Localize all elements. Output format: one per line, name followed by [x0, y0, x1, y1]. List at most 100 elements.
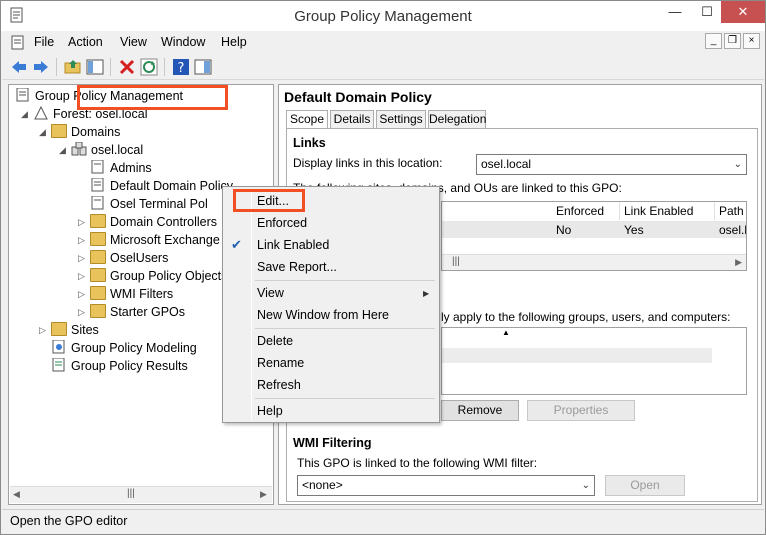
- close-button[interactable]: ✕: [721, 1, 765, 23]
- links-grid: Enforced Link Enabled Path No Yes osel.l…: [441, 201, 747, 271]
- menu-item-new-window[interactable]: New Window from Here: [257, 308, 389, 322]
- collapse-arrow-icon[interactable]: ◢: [59, 141, 69, 159]
- open-button[interactable]: Open: [605, 475, 685, 496]
- table-row[interactable]: [442, 221, 746, 238]
- minimize-button[interactable]: —: [659, 1, 691, 23]
- tree-label: Admins: [110, 161, 152, 175]
- menu-item-delete[interactable]: Delete: [257, 334, 293, 348]
- tree-item-oselusers[interactable]: ▷ OselUsers: [78, 249, 168, 267]
- tab-delegation[interactable]: Delegation: [428, 110, 486, 129]
- tab-details[interactable]: Details: [330, 110, 374, 129]
- submenu-arrow-icon: ▶: [423, 289, 430, 298]
- back-arrow-icon[interactable]: [10, 58, 28, 76]
- domain-icon: [71, 142, 87, 156]
- col-link-enabled[interactable]: Link Enabled: [620, 202, 715, 220]
- mdi-close-button[interactable]: ×: [743, 33, 760, 49]
- menu-window[interactable]: Window: [161, 35, 205, 49]
- wmi-filter-combo[interactable]: <none> ⌄: [297, 475, 595, 496]
- expand-arrow-icon[interactable]: ▷: [78, 267, 88, 285]
- tree-item-domain[interactable]: ◢ osel.local: [59, 141, 143, 159]
- tree-item-group-policy-objects[interactable]: ▷ Group Policy Objects: [78, 267, 228, 285]
- mdi-window-icon[interactable]: [10, 35, 26, 50]
- tree-item-wmi-filters[interactable]: ▷ WMI Filters: [78, 285, 173, 303]
- sort-arrow-icon: ▲: [502, 328, 510, 337]
- maximize-button[interactable]: ☐: [691, 1, 723, 23]
- scroll-right-arrow-icon[interactable]: ▶: [260, 489, 267, 500]
- scroll-left-arrow-icon[interactable]: ◀: [13, 489, 20, 500]
- location-combo[interactable]: osel.local ⌄: [476, 154, 747, 175]
- checkmark-icon: ✔: [231, 237, 242, 252]
- menu-file[interactable]: File: [34, 35, 54, 49]
- collapse-arrow-icon[interactable]: ◢: [39, 123, 49, 141]
- tree-label: Sites: [71, 323, 99, 337]
- show-hide-tree-icon[interactable]: [86, 58, 104, 76]
- selected-item-highlight: [77, 85, 228, 110]
- col-path[interactable]: Path: [715, 202, 746, 220]
- menu-action[interactable]: Action: [68, 35, 103, 49]
- tree-item-microsoft-exchange[interactable]: ▷ Microsoft Exchange S: [78, 231, 232, 249]
- refresh-icon[interactable]: [140, 58, 158, 76]
- tree-label: Default Domain Policy: [110, 179, 233, 193]
- remove-button[interactable]: Remove: [441, 400, 519, 421]
- mdi-restore-button[interactable]: ❐: [724, 33, 741, 49]
- delete-icon[interactable]: [118, 58, 136, 76]
- help-icon[interactable]: ?: [172, 58, 190, 76]
- list-item[interactable]: [442, 348, 712, 363]
- wmi-filter-value: <none>: [302, 478, 343, 492]
- expand-arrow-icon[interactable]: ▷: [78, 249, 88, 267]
- tree-label: Group Policy Objects: [110, 269, 228, 283]
- folder-icon: [90, 268, 106, 282]
- tree-item-gp-modeling[interactable]: Group Policy Modeling: [51, 339, 197, 357]
- folder-icon: [90, 304, 106, 318]
- tree-item-starter-gpos[interactable]: ▷ Starter GPOs: [78, 303, 185, 321]
- security-filter-text: ly apply to the following groups, users,…: [441, 310, 731, 324]
- results-icon: [52, 358, 65, 372]
- scroll-right-arrow-icon[interactable]: ▶: [735, 257, 742, 268]
- menu-help[interactable]: Help: [221, 35, 247, 49]
- tree-label: Domain Controllers: [110, 215, 217, 229]
- up-folder-icon[interactable]: [64, 58, 82, 76]
- gpo-link-icon: [91, 196, 104, 210]
- menu-item-rename[interactable]: Rename: [257, 356, 304, 370]
- tree-item-domains[interactable]: ◢ Domains: [39, 123, 120, 141]
- tab-settings[interactable]: Settings: [376, 110, 426, 129]
- toolbar-separator: [56, 58, 57, 76]
- title-bar: Group Policy Management — ☐ ✕: [1, 1, 765, 31]
- expand-arrow-icon[interactable]: ▷: [78, 303, 88, 321]
- wmi-text: This GPO is linked to the following WMI …: [297, 456, 538, 470]
- context-menu: Edit... Enforced ✔ Link Enabled Save Rep…: [222, 186, 440, 423]
- scroll-thumb-icon[interactable]: |||: [452, 256, 460, 267]
- tree-item-osel-terminal-pol[interactable]: Osel Terminal Pol: [90, 195, 208, 213]
- menu-separator: [255, 280, 435, 281]
- menu-item-refresh[interactable]: Refresh: [257, 378, 301, 392]
- properties-pane-icon[interactable]: [194, 58, 212, 76]
- expand-arrow-icon[interactable]: ▷: [78, 285, 88, 303]
- scroll-thumb-icon[interactable]: |||: [127, 488, 135, 499]
- tree-item-sites[interactable]: ▷ Sites: [39, 321, 99, 339]
- expand-arrow-icon[interactable]: ▷: [78, 213, 88, 231]
- tree-item-admins[interactable]: Admins: [90, 159, 152, 177]
- col-enforced[interactable]: Enforced: [552, 202, 620, 220]
- properties-button[interactable]: Properties: [527, 400, 635, 421]
- folder-icon: [90, 214, 106, 228]
- menu-item-view[interactable]: View: [257, 286, 284, 300]
- tab-scope[interactable]: Scope: [286, 110, 328, 130]
- tree-horizontal-scrollbar[interactable]: ◀ ||| ▶: [10, 486, 272, 503]
- menu-item-enforced[interactable]: Enforced: [257, 216, 307, 230]
- tree-item-domain-controllers[interactable]: ▷ Domain Controllers: [78, 213, 217, 231]
- grid-horizontal-scrollbar[interactable]: ||| ▶: [442, 254, 746, 270]
- expand-arrow-icon[interactable]: ▷: [78, 231, 88, 249]
- menu-item-help[interactable]: Help: [257, 404, 283, 418]
- collapse-arrow-icon[interactable]: ◢: [21, 105, 31, 123]
- folder-icon: [51, 322, 67, 336]
- menu-item-link-enabled[interactable]: Link Enabled: [257, 238, 329, 252]
- forest-icon: [34, 106, 48, 120]
- tree-item-gp-results[interactable]: Group Policy Results: [51, 357, 188, 375]
- menu-gutter: [251, 189, 252, 420]
- mdi-minimize-button[interactable]: _: [705, 33, 722, 49]
- forward-arrow-icon[interactable]: [32, 58, 50, 76]
- expand-arrow-icon[interactable]: ▷: [39, 321, 49, 339]
- menu-item-save-report[interactable]: Save Report...: [257, 260, 337, 274]
- tree-item-default-domain-policy[interactable]: Default Domain Policy: [90, 177, 233, 195]
- menu-view[interactable]: View: [120, 35, 147, 49]
